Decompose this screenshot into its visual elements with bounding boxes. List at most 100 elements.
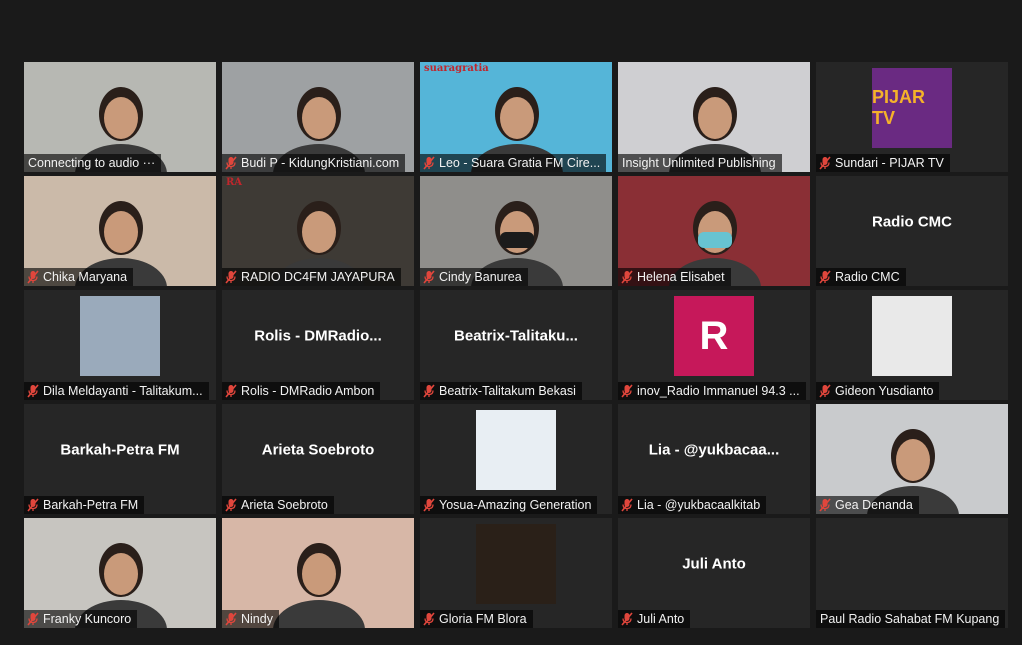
profile-picture	[476, 410, 556, 491]
muted-microphone-icon	[225, 612, 237, 626]
participant-name-label: Nindy	[222, 610, 279, 628]
participant-name-label: Leo - Suara Gratia FM Cire...	[420, 154, 607, 172]
muted-microphone-icon	[225, 384, 237, 398]
muted-microphone-icon	[423, 270, 435, 284]
participant-name: Gideon Yusdianto	[835, 384, 934, 398]
participant-name-label: RADIO DC4FM JAYAPURA	[222, 268, 401, 286]
participant-name-label: Connecting to audio ···	[24, 154, 162, 172]
muted-microphone-icon	[621, 498, 633, 512]
participant-tile[interactable]: Radio CMC Radio CMC	[816, 176, 1008, 286]
participant-name-label: inov_Radio Immanuel 94.3 ...	[618, 382, 806, 400]
participant-tile[interactable]: Gloria FM Blora	[420, 518, 612, 628]
participant-name-label: Barkah-Petra FM	[24, 496, 145, 514]
participant-tile[interactable]: Beatrix-Talitaku... Beatrix-Talitakum Bek…	[420, 290, 612, 400]
participant-name-label: Gloria FM Blora	[420, 610, 533, 628]
participant-tile[interactable]: Gideon Yusdianto	[816, 290, 1008, 400]
participant-tile[interactable]: Insight Unlimited Publishing	[618, 62, 810, 172]
participant-name: Connecting to audio ···	[28, 156, 156, 170]
participant-name-label: Juli Anto	[618, 610, 691, 628]
participant-name-label: Lia - @yukbacaalkitab	[618, 496, 767, 514]
participant-name: Gea Denanda	[835, 498, 913, 512]
participant-tile[interactable]: Budi P - KidungKristiani.com	[222, 62, 414, 172]
participant-tile[interactable]: PIJAR TV Sundari - PIJAR TV	[816, 62, 1008, 172]
muted-microphone-icon	[225, 270, 237, 284]
profile-picture: R	[674, 296, 754, 377]
profile-picture	[80, 296, 160, 377]
muted-microphone-icon	[27, 270, 39, 284]
video-gallery: Connecting to audio ··· Budi P - KidungKr…	[24, 62, 1008, 628]
participant-tile[interactable]: Cindy Banurea	[420, 176, 612, 286]
participant-name: Lia - @yukbacaalkitab	[637, 498, 761, 512]
participant-name-display: Barkah-Petra FM	[60, 441, 180, 459]
participant-tile[interactable]: Connecting to audio ···	[24, 62, 216, 172]
participant-name-label: Arieta Soebroto	[222, 496, 334, 514]
participant-name: Helena Elisabet	[637, 270, 725, 284]
participant-name: Franky Kuncoro	[43, 612, 132, 626]
muted-microphone-icon	[423, 612, 435, 626]
participant-tile[interactable]: Rolis - DMRadio... Rolis - DMRadio Ambon	[222, 290, 414, 400]
profile-picture	[872, 296, 952, 377]
participant-name: Cindy Banurea	[439, 270, 522, 284]
muted-microphone-icon	[225, 498, 237, 512]
participant-name-label: Helena Elisabet	[618, 268, 731, 286]
participant-tile[interactable]: Rinov_Radio Immanuel 94.3 ...	[618, 290, 810, 400]
participant-tile[interactable]: Helena Elisabet	[618, 176, 810, 286]
participant-name-label: Rolis - DMRadio Ambon	[222, 382, 381, 400]
muted-microphone-icon	[423, 498, 435, 512]
muted-microphone-icon	[621, 384, 633, 398]
muted-microphone-icon	[423, 156, 435, 170]
participant-name-label: Paul Radio Sahabat FM Kupang	[816, 610, 1006, 628]
participant-name-display: Radio CMC	[872, 213, 952, 231]
muted-microphone-icon	[27, 498, 39, 512]
participant-name-display: Arieta Soebroto	[261, 441, 375, 459]
muted-microphone-icon	[819, 498, 831, 512]
participant-name-label: Gideon Yusdianto	[816, 382, 940, 400]
participant-name: Leo - Suara Gratia FM Cire...	[439, 156, 601, 170]
profile-picture: PIJAR TV	[872, 68, 952, 149]
participant-tile[interactable]: Nindy	[222, 518, 414, 628]
participant-name-label: Yosua-Amazing Generation	[420, 496, 598, 514]
participant-name: RADIO DC4FM JAYAPURA	[241, 270, 395, 284]
participant-tile[interactable]: Chika Maryana	[24, 176, 216, 286]
participant-tile[interactable]: Franky Kuncoro	[24, 518, 216, 628]
participant-name-label: Chika Maryana	[24, 268, 134, 286]
participant-tile[interactable]: Arieta Soebroto Arieta Soebroto	[222, 404, 414, 514]
participant-tile[interactable]: Lia - @yukbacaa... Lia - @yukbacaalkitab	[618, 404, 810, 514]
participant-name: Gloria FM Blora	[439, 612, 527, 626]
participant-name-label: Gea Denanda	[816, 496, 919, 514]
participant-name: inov_Radio Immanuel 94.3 ...	[637, 384, 800, 398]
participant-name-label: Beatrix-Talitakum Bekasi	[420, 382, 582, 400]
participant-name-display: Juli Anto	[682, 555, 746, 573]
muted-microphone-icon	[225, 156, 237, 170]
participant-name-label: Cindy Banurea	[420, 268, 528, 286]
participant-name: Juli Anto	[637, 612, 685, 626]
participant-tile[interactable]: Yosua-Amazing Generation	[420, 404, 612, 514]
participant-name-display: Beatrix-Talitaku...	[454, 327, 578, 345]
participant-name-label: Radio CMC	[816, 268, 906, 286]
participant-tile[interactable]: Gea Denanda	[816, 404, 1008, 514]
participant-tile[interactable]: Barkah-Petra FM Barkah-Petra FM	[24, 404, 216, 514]
participant-name: Paul Radio Sahabat FM Kupang	[820, 612, 1000, 626]
participant-name-label: Insight Unlimited Publishing	[618, 154, 782, 172]
participant-name: Barkah-Petra FM	[43, 498, 139, 512]
participant-name-display: Rolis - DMRadio...	[254, 327, 382, 345]
participant-name: Arieta Soebroto	[241, 498, 328, 512]
participant-name: Dila Meldayanti - Talitakum...	[43, 384, 203, 398]
participant-name-label: Dila Meldayanti - Talitakum...	[24, 382, 209, 400]
participant-name: Sundari - PIJAR TV	[835, 156, 944, 170]
participant-name: Yosua-Amazing Generation	[439, 498, 592, 512]
participant-tile[interactable]: suaragratia Leo - Suara Gratia FM Cire...	[420, 62, 612, 172]
muted-microphone-icon	[27, 612, 39, 626]
muted-microphone-icon	[621, 270, 633, 284]
participant-tile[interactable]: Paul Radio Sahabat FM Kupang	[816, 518, 1008, 628]
participant-tile[interactable]: Juli Anto Juli Anto	[618, 518, 810, 628]
participant-name: Budi P - KidungKristiani.com	[241, 156, 400, 170]
participant-name-label: Budi P - KidungKristiani.com	[222, 154, 406, 172]
muted-microphone-icon	[819, 270, 831, 284]
participant-tile[interactable]: RA RADIO DC4FM JAYAPURA	[222, 176, 414, 286]
participant-name: Radio CMC	[835, 270, 900, 284]
muted-microphone-icon	[423, 384, 435, 398]
participant-tile[interactable]: Dila Meldayanti - Talitakum...	[24, 290, 216, 400]
participant-name-label: Sundari - PIJAR TV	[816, 154, 950, 172]
muted-microphone-icon	[27, 384, 39, 398]
